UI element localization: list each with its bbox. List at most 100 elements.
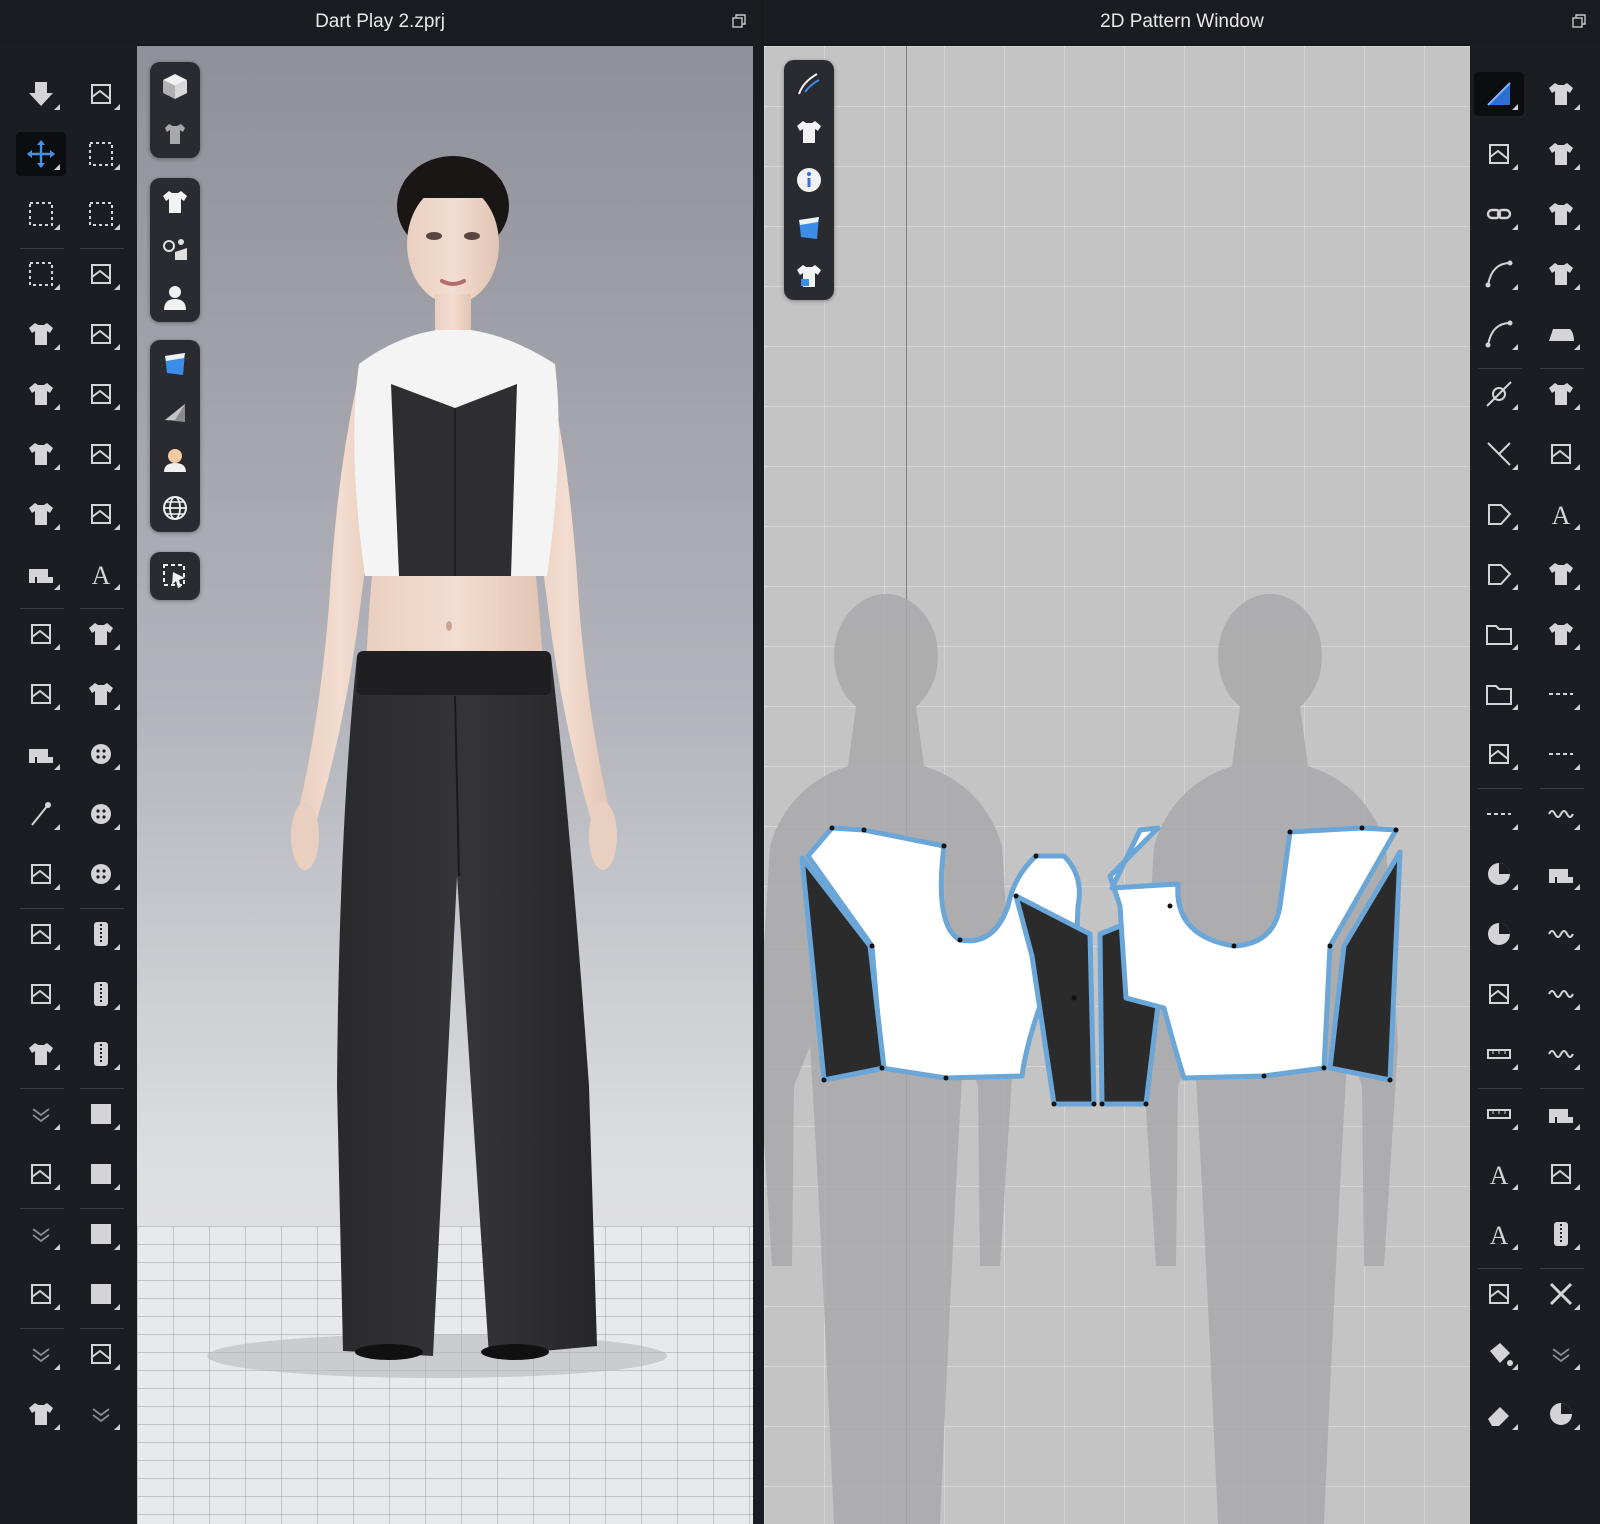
pattern-piece-icon[interactable] — [1474, 852, 1524, 896]
eraser-icon[interactable] — [1474, 1392, 1524, 1436]
folder-2-icon[interactable] — [1474, 672, 1524, 716]
button-add-icon[interactable] — [76, 732, 126, 776]
fabric-flat-2-icon[interactable] — [76, 1152, 126, 1196]
strap-icon[interactable] — [16, 912, 66, 956]
fabric-texture-icon[interactable] — [150, 340, 200, 388]
shirt-icon[interactable] — [150, 178, 200, 226]
avatar-measure-icon[interactable] — [16, 1152, 66, 1196]
expand-more-4-icon[interactable] — [76, 1392, 126, 1436]
add-point-icon[interactable] — [1474, 372, 1524, 416]
tack-2-icon[interactable] — [76, 372, 126, 416]
sewing-pattern-3-icon[interactable] — [1536, 192, 1586, 236]
dart-icon[interactable] — [1474, 1272, 1524, 1316]
window-divider[interactable] — [753, 44, 764, 1524]
box-dashed-icon[interactable] — [1474, 792, 1524, 836]
elastic-3-icon[interactable] — [1536, 1032, 1586, 1076]
measure-garment-icon[interactable] — [16, 1392, 66, 1436]
iron-icon[interactable] — [1536, 312, 1586, 356]
shirt-lock-icon[interactable] — [784, 252, 834, 300]
sewing-pattern-2-icon[interactable] — [1536, 132, 1586, 176]
cube-view-icon[interactable] — [150, 62, 200, 110]
curve-point-icon[interactable] — [1474, 252, 1524, 296]
fabric-roll-icon[interactable] — [76, 1212, 126, 1256]
sewing-pattern-icon[interactable] — [1536, 72, 1586, 116]
elastic-icon[interactable] — [1536, 912, 1586, 956]
shirt-icon[interactable] — [1536, 372, 1586, 416]
garment-move-icon[interactable] — [16, 432, 66, 476]
symmetry-icon[interactable] — [1536, 432, 1586, 476]
sewing-machine-icon[interactable] — [16, 552, 66, 596]
sewing-free-icon[interactable] — [16, 672, 66, 716]
sewing-machine-4-icon[interactable] — [1536, 1092, 1586, 1136]
garment-shape-2-icon[interactable] — [16, 372, 66, 416]
walking-avatar-icon[interactable] — [76, 72, 126, 116]
expand-more-2-icon[interactable] — [16, 1212, 66, 1256]
fold-arrangement-icon[interactable] — [76, 252, 126, 296]
restore-window-icon[interactable] — [732, 14, 746, 28]
pen-icon[interactable] — [784, 60, 834, 108]
fabric-texture-icon[interactable] — [784, 204, 834, 252]
fabric-flat-icon[interactable] — [76, 1092, 126, 1136]
sewing-machine-2-icon[interactable] — [16, 732, 66, 776]
pie-icon[interactable] — [1536, 1392, 1586, 1436]
avatar-icon[interactable] — [150, 274, 200, 322]
shirt-icon[interactable] — [784, 108, 834, 156]
skin-icon[interactable] — [150, 436, 200, 484]
info-icon[interactable] — [784, 156, 834, 204]
fabric-shade-icon[interactable] — [150, 388, 200, 436]
ruler-horizontal-icon[interactable] — [1474, 1092, 1524, 1136]
garment-checker-icon[interactable] — [76, 612, 126, 656]
polygon-icon[interactable] — [1474, 492, 1524, 536]
texture-edit-icon[interactable]: A — [1536, 492, 1586, 536]
pattern-piece-2-icon[interactable] — [1474, 912, 1524, 956]
zipper-lock-icon[interactable] — [76, 912, 126, 956]
checker-shirt-2-icon[interactable] — [1536, 612, 1586, 656]
2d-pattern-viewport[interactable] — [764, 46, 1470, 1524]
expand-more-3-icon[interactable] — [16, 1332, 66, 1376]
sewing-pattern-4-icon[interactable] — [1536, 252, 1586, 296]
sewing-segment-icon[interactable] — [16, 612, 66, 656]
garment-checker-2-icon[interactable] — [76, 672, 126, 716]
drop-avatar-icon[interactable] — [16, 72, 66, 116]
lasso-select-icon[interactable] — [16, 192, 66, 236]
shirt-avatar-icon[interactable] — [150, 110, 200, 158]
dashed-line-2-icon[interactable] — [1536, 732, 1586, 776]
text-icon[interactable]: A — [1474, 1152, 1524, 1196]
checker-shirt-icon[interactable] — [1536, 552, 1586, 596]
fill-icon[interactable] — [1474, 1332, 1524, 1376]
shirring-icon[interactable] — [1474, 732, 1524, 776]
text-2-icon[interactable]: A — [1474, 1212, 1524, 1256]
tape-icon[interactable] — [16, 1272, 66, 1316]
internal-polygon-icon[interactable] — [1474, 552, 1524, 596]
edit-pattern-icon[interactable] — [1474, 72, 1524, 116]
link-icon[interactable] — [1474, 192, 1524, 236]
select-mesh-icon[interactable] — [76, 132, 126, 176]
zipper-2-icon[interactable] — [76, 1032, 126, 1076]
tack-edit-icon[interactable] — [76, 492, 126, 536]
edit-point-icon[interactable] — [1474, 132, 1524, 176]
pin-icon[interactable] — [16, 792, 66, 836]
sewing-machine-3-icon[interactable] — [1536, 852, 1586, 896]
expand-more-icon[interactable] — [16, 1092, 66, 1136]
transform-move-icon[interactable] — [16, 132, 66, 176]
zipper-3-icon[interactable] — [1536, 1212, 1586, 1256]
puckering-icon[interactable] — [16, 852, 66, 896]
fold-arrange-icon[interactable] — [1474, 972, 1524, 1016]
select-arrow-box-icon[interactable] — [150, 552, 200, 600]
fold-3d-icon[interactable] — [16, 972, 66, 1016]
3d-garment-viewport[interactable] — [137, 46, 753, 1524]
buttonhole-icon[interactable] — [76, 852, 126, 896]
zipper-icon[interactable] — [76, 972, 126, 1016]
fabric-roll-2-icon[interactable] — [76, 1272, 126, 1316]
button-icon[interactable] — [76, 792, 126, 836]
ruler-vertical-icon[interactable] — [1474, 1032, 1524, 1076]
cross-icon[interactable] — [1536, 1272, 1586, 1316]
edit-curvature-icon[interactable] — [1474, 312, 1524, 356]
garment-shape-icon[interactable] — [16, 312, 66, 356]
garment-pin-icon[interactable] — [16, 492, 66, 536]
cut-line-icon[interactable] — [1474, 432, 1524, 476]
expand-more-5-icon[interactable] — [1536, 1332, 1586, 1376]
texture-brush-icon[interactable]: A — [76, 552, 126, 596]
folder-icon[interactable] — [1474, 612, 1524, 656]
restore-window-icon[interactable] — [1572, 14, 1586, 28]
